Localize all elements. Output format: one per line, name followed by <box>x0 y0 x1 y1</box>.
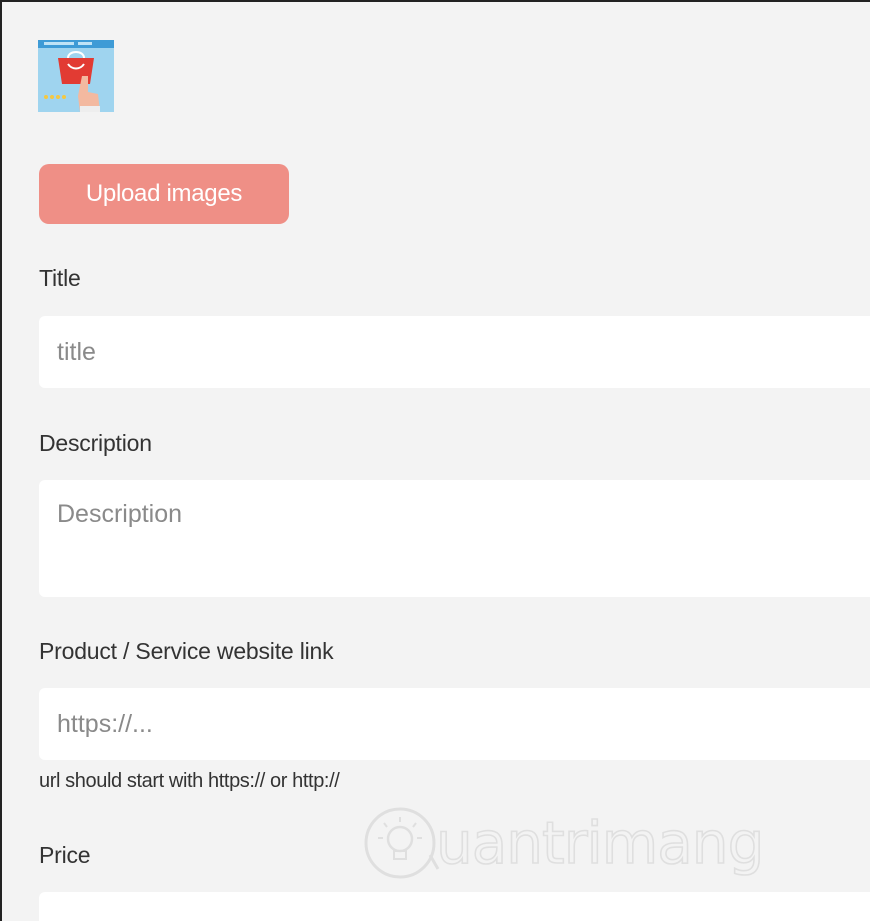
url-hint-text: url should start with https:// or http:/… <box>39 770 340 792</box>
upload-images-button[interactable]: Upload images <box>39 164 289 224</box>
lightbulb-icon <box>364 807 440 879</box>
website-link-input[interactable] <box>39 688 870 760</box>
form-panel: Upload images Title Description Product … <box>0 0 870 921</box>
price-label: Price <box>39 842 91 868</box>
title-input[interactable] <box>39 316 870 388</box>
watermark-text: uantrimang <box>435 808 765 878</box>
watermark: uantrimang <box>360 799 780 895</box>
website-link-label: Product / Service website link <box>39 638 334 664</box>
title-label: Title <box>39 265 81 291</box>
shopping-bag-hand-icon <box>38 40 114 112</box>
description-label: Description <box>39 430 152 456</box>
price-input[interactable] <box>39 892 870 921</box>
description-textarea[interactable] <box>39 480 870 597</box>
